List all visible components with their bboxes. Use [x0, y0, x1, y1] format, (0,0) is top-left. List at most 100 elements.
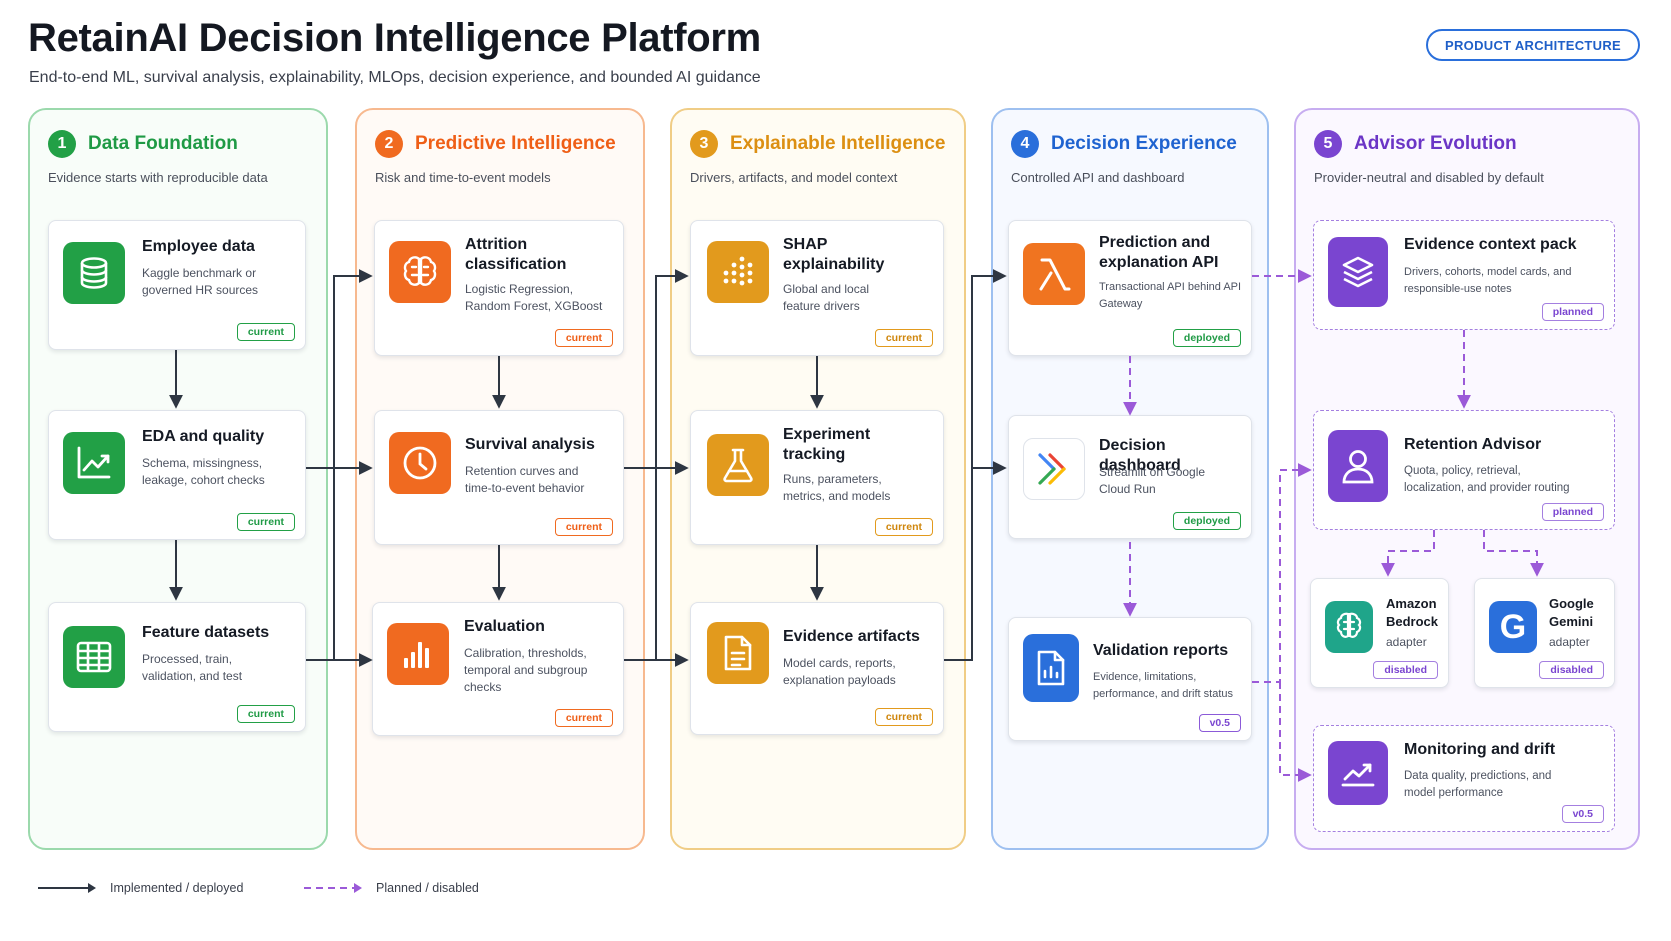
card-description: Processed, train, validation, and test	[142, 652, 243, 683]
step-number: 2	[375, 130, 403, 158]
card-description: Runs, parameters, metrics, and models	[783, 472, 891, 503]
solid-arrow-icon	[38, 883, 96, 893]
status-badge: planned	[1541, 303, 1604, 321]
column-title: Explainable Intelligence	[730, 133, 946, 154]
status-badge: current	[554, 709, 613, 727]
card-title: Monitoring and drift	[1404, 741, 1556, 758]
card-amazon-bedrock[interactable]: Amazon Bedrock adapter disabled	[1310, 578, 1449, 688]
status-badge: current	[236, 513, 295, 531]
card-decision-dashboard[interactable]: Decision dashboard Streamlit on Google C…	[1008, 415, 1252, 539]
card-retention-advisor[interactable]: Retention Advisor Quota, policy, retriev…	[1313, 410, 1615, 530]
column-subtitle: Drivers, artifacts, and model context	[690, 170, 898, 185]
card-title: Survival analysis	[465, 436, 595, 453]
dot-grid-icon	[707, 241, 769, 303]
card-evaluation[interactable]: Evaluation Calibration, thresholds, temp…	[372, 602, 624, 736]
card-description: Global and local feature drivers	[783, 282, 870, 313]
page-title: RetainAI Decision Intelligence Platform	[28, 16, 761, 60]
card-prediction-explanation-api[interactable]: Prediction and explanation API Transacti…	[1008, 220, 1252, 356]
card-title: Evidence artifacts	[783, 628, 920, 645]
status-badge: v0.5	[1561, 805, 1604, 823]
card-description: Quota, policy, retrieval, localization, …	[1404, 465, 1570, 494]
trend-icon	[1328, 741, 1388, 805]
status-badge: disabled	[1539, 661, 1604, 679]
status-badge: planned	[1541, 503, 1604, 521]
column-header: 3 Explainable Intelligence	[690, 130, 945, 158]
card-description: Calibration, thresholds, temporal and su…	[464, 646, 588, 694]
bedrock-icon	[1325, 601, 1373, 653]
card-description: adapter	[1386, 635, 1427, 649]
card-feature-datasets[interactable]: Feature datasets Processed, train, valid…	[48, 602, 306, 732]
layers-icon	[1328, 237, 1388, 307]
card-survival-analysis[interactable]: Survival analysis Retention curves and t…	[374, 410, 624, 545]
card-validation-reports[interactable]: Validation reports Evidence, limitations…	[1008, 617, 1252, 741]
status-badge: current	[874, 329, 933, 347]
card-title: Prediction and explanation API	[1099, 234, 1219, 271]
column-header: 4 Decision Experience	[1011, 130, 1237, 158]
card-employee-data[interactable]: Employee data Kaggle benchmark or govern…	[48, 220, 306, 350]
column-title: Predictive Intelligence	[415, 133, 616, 154]
card-title: Feature datasets	[142, 624, 270, 641]
status-badge: deployed	[1172, 512, 1241, 530]
card-title: SHAP explainability	[783, 236, 885, 273]
document-icon	[707, 622, 769, 684]
legend-implemented: Implemented / deployed	[36, 881, 243, 895]
column-header: 1 Data Foundation	[48, 130, 238, 158]
status-badge: current	[236, 323, 295, 341]
card-title: Validation reports	[1093, 642, 1229, 659]
step-number: 1	[48, 130, 76, 158]
dashed-arrow-icon	[304, 883, 362, 893]
card-google-gemini[interactable]: G Google Gemini adapter disabled	[1474, 578, 1615, 688]
card-description: Retention curves and time-to-event behav…	[465, 464, 585, 495]
column-title: Data Foundation	[88, 133, 238, 154]
column-subtitle: Risk and time-to-event models	[375, 170, 551, 185]
page-subtitle: End-to-end ML, survival analysis, explai…	[29, 69, 761, 86]
column-header: 5 Advisor Evolution	[1314, 130, 1517, 158]
card-monitoring-and-drift[interactable]: Monitoring and drift Data quality, predi…	[1313, 725, 1615, 832]
brain-icon	[389, 241, 451, 303]
card-description: Logistic Regression, Random Forest, XGBo…	[465, 282, 603, 313]
card-eda-and-quality[interactable]: EDA and quality Schema, missingness, lea…	[48, 410, 306, 540]
bar-chart-icon	[387, 623, 449, 685]
status-badge: disabled	[1373, 661, 1438, 679]
status-badge: current	[554, 518, 613, 536]
column-subtitle: Controlled API and dashboard	[1011, 170, 1185, 185]
card-attrition-classification[interactable]: Attrition classification Logistic Regres…	[374, 220, 624, 356]
card-title: Employee data	[142, 238, 255, 255]
table-grid-icon	[63, 626, 125, 688]
card-description: adapter	[1549, 635, 1590, 649]
database-icon	[63, 242, 125, 304]
status-badge: deployed	[1172, 329, 1241, 347]
card-title: Evaluation	[464, 618, 545, 635]
status-badge: current	[236, 705, 295, 723]
column-subtitle: Provider-neutral and disabled by default	[1314, 170, 1544, 185]
lambda-icon	[1023, 243, 1085, 305]
status-badge: current	[874, 518, 933, 536]
cloud-run-icon	[1023, 438, 1085, 500]
card-description: Model cards, reports, explanation payloa…	[783, 656, 896, 687]
card-description: Transactional API behind API Gateway	[1099, 281, 1242, 310]
column-header: 2 Predictive Intelligence	[375, 130, 616, 158]
card-description: Kaggle benchmark or governed HR sources	[142, 266, 259, 297]
status-badge: current	[554, 329, 613, 347]
card-title: Retention Advisor	[1404, 436, 1542, 453]
flask-icon	[707, 434, 769, 496]
card-title: Google Gemini	[1549, 596, 1594, 629]
status-badge: current	[874, 708, 933, 726]
card-description: Streamlit on Google Cloud Run	[1099, 465, 1206, 496]
clock-icon	[389, 432, 451, 494]
column-subtitle: Evidence starts with reproducible data	[48, 170, 268, 185]
card-evidence-artifacts[interactable]: Evidence artifacts Model cards, reports,…	[690, 602, 944, 735]
card-title: Experiment tracking	[783, 426, 871, 463]
card-evidence-context-pack[interactable]: Evidence context pack Drivers, cohorts, …	[1313, 220, 1615, 330]
chart-line-icon	[63, 432, 125, 494]
product-architecture-badge: PRODUCT ARCHITECTURE	[1426, 29, 1640, 61]
card-description: Schema, missingness, leakage, cohort che…	[142, 456, 265, 487]
card-experiment-tracking[interactable]: Experiment tracking Runs, parameters, me…	[690, 410, 944, 545]
status-badge: v0.5	[1198, 714, 1241, 732]
legend-planned: Planned / disabled	[302, 881, 479, 895]
card-description: Evidence, limitations, performance, and …	[1093, 671, 1234, 700]
step-number: 4	[1011, 130, 1039, 158]
card-shap-explainability[interactable]: SHAP explainability Global and local fea…	[690, 220, 944, 356]
card-description: Data quality, predictions, and model per…	[1404, 770, 1552, 799]
user-icon	[1328, 430, 1388, 502]
